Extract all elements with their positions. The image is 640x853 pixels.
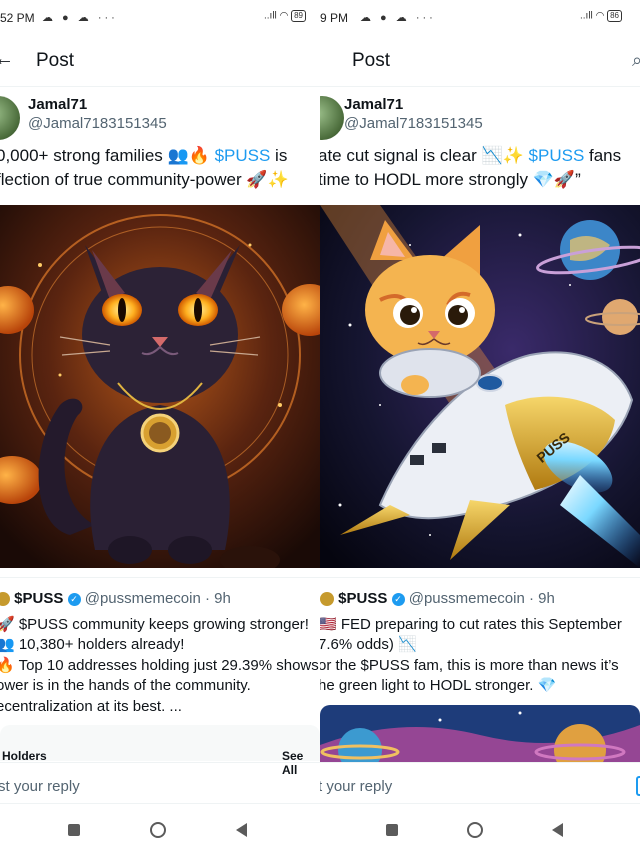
post-text-segment: is <box>270 146 288 165</box>
media-divider <box>320 577 640 578</box>
battery-icon: 86 <box>607 10 622 22</box>
space-planets-illustration <box>320 705 640 762</box>
status-time: 9 PM <box>320 11 349 25</box>
signal-icon: ..ıll <box>264 10 277 22</box>
post-text-line-2: time to HODL more strongly 💎🚀” <box>320 170 581 189</box>
quoted-text-line: or the $PUSS fam, this is more than news… <box>320 657 619 674</box>
reply-input[interactable]: st your reply <box>0 778 80 795</box>
reply-bottom-divider <box>320 803 640 804</box>
battery-icon: 89 <box>291 10 306 22</box>
status-bar: 52 PM ☁ ● ☁ ··· ..ıll ◠ 89 <box>0 0 320 36</box>
reply-bottom-divider <box>0 803 320 804</box>
quoted-text-line: ower is in the hands of the community. <box>0 677 251 694</box>
post-text-segment: fans <box>584 146 622 165</box>
status-right: ..ıll ◠ 89 <box>264 10 306 22</box>
quoted-text-line: 🚀 $PUSS community keeps growing stronger… <box>0 616 309 633</box>
status-bar: 9 PM ☁ ● ☁ ··· ..ıll ◠ 86 <box>320 0 640 36</box>
search-icon[interactable]: ⌕ <box>632 50 640 71</box>
status-time: 52 PM <box>0 11 35 25</box>
holders-card[interactable]: Holders See All <box>0 725 320 777</box>
reply-divider <box>0 762 320 763</box>
left-screenshot-pane: 52 PM ☁ ● ☁ ··· ..ıll ◠ 89 ← Post Jamal7… <box>0 0 320 853</box>
author-name[interactable]: Jamal71 <box>28 96 87 113</box>
quoted-text-line: he green light to HODL stronger. 💎 <box>320 677 557 694</box>
back-nav-icon[interactable] <box>236 823 247 837</box>
quoted-post-header[interactable]: $PUSS ✓ @pussmemecoin · 9h <box>0 590 231 607</box>
home-icon[interactable] <box>467 822 483 838</box>
black-cat-illustration <box>0 205 320 568</box>
back-arrow-icon[interactable]: ← <box>0 48 14 71</box>
quoted-text-line: 🔥 Top 10 addresses holding just 29.39% s… <box>0 657 319 674</box>
quoted-text-line: 7.6% odds) 📉 <box>320 636 417 653</box>
status-right: ..ıll ◠ 86 <box>580 10 622 22</box>
signal-icon: ..ıll <box>580 10 593 22</box>
post-header: ← Post <box>0 44 320 76</box>
quoted-text-line: 🇺🇸 FED preparing to cut rates this Septe… <box>320 616 622 633</box>
header-divider <box>320 86 640 87</box>
recents-icon[interactable] <box>68 824 80 836</box>
page-title: Post <box>352 50 391 71</box>
back-nav-icon[interactable] <box>552 823 563 837</box>
notification-icons: ☁ ● ☁ ··· <box>42 12 118 24</box>
image-attach-icon[interactable] <box>636 776 640 796</box>
home-icon[interactable] <box>150 822 166 838</box>
post-header: Post ⌕ <box>320 44 640 76</box>
quoted-author-handle: @pussmemecoin · 9h <box>408 590 555 607</box>
quoted-post-header[interactable]: $PUSS ✓ @pussmemecoin · 9h <box>320 590 555 607</box>
android-nav-bar <box>0 805 320 853</box>
quoted-author-name: $PUSS <box>14 590 64 607</box>
post-text-line-1: 0,000+ strong families 👥🔥 $PUSS is <box>0 144 287 168</box>
verified-badge-icon: ✓ <box>391 592 405 606</box>
avatar[interactable] <box>0 96 20 140</box>
page-title: Post <box>36 50 75 71</box>
post-text-line-2: flection of true community-power 🚀✨ <box>0 170 289 189</box>
space-cat-rocket-illustration: PUSS <box>320 205 640 568</box>
wifi-icon: ◠ <box>595 10 605 22</box>
cashtag-link[interactable]: $PUSS <box>529 146 585 165</box>
see-all-link[interactable]: See All <box>282 749 320 777</box>
wifi-icon: ◠ <box>279 10 289 22</box>
puss-coin-avatar-icon <box>0 592 10 607</box>
media-divider <box>0 577 320 578</box>
author-name[interactable]: Jamal71 <box>344 96 403 113</box>
post-image-rocket-cat[interactable]: PUSS <box>320 205 640 568</box>
avatar[interactable] <box>320 96 344 140</box>
post-text-segment: 0,000+ strong families 👥🔥 <box>0 146 215 165</box>
right-screenshot-pane: 9 PM ☁ ● ☁ ··· ..ıll ◠ 86 Post ⌕ Jamal71… <box>320 0 640 853</box>
holders-label: Holders <box>2 749 47 763</box>
reply-divider <box>320 762 640 763</box>
cashtag-link[interactable]: $PUSS <box>215 146 271 165</box>
author-handle[interactable]: @Jamal7183151345 <box>28 115 167 132</box>
quoted-post-image[interactable] <box>320 705 640 762</box>
verified-badge-icon: ✓ <box>67 592 81 606</box>
reply-input[interactable]: t your reply <box>320 778 392 795</box>
header-divider <box>0 86 320 87</box>
post-text-segment: ate cut signal is clear 📉✨ <box>320 146 529 165</box>
author-handle[interactable]: @Jamal7183151345 <box>344 115 483 132</box>
notification-icons: ☁ ● ☁ ··· <box>360 12 436 24</box>
post-text-line-1: ate cut signal is clear 📉✨ $PUSS fans <box>320 144 621 168</box>
android-nav-bar <box>320 805 640 853</box>
quoted-text-line: ecentralization at its best. ... <box>0 698 182 715</box>
quoted-author-handle: @pussmemecoin · 9h <box>84 590 231 607</box>
quoted-text-line: 👥 10,380+ holders already! <box>0 636 185 653</box>
recents-icon[interactable] <box>386 824 398 836</box>
quoted-author-name: $PUSS <box>338 590 388 607</box>
puss-coin-avatar-icon <box>320 592 334 607</box>
post-image-black-cat[interactable] <box>0 205 320 568</box>
